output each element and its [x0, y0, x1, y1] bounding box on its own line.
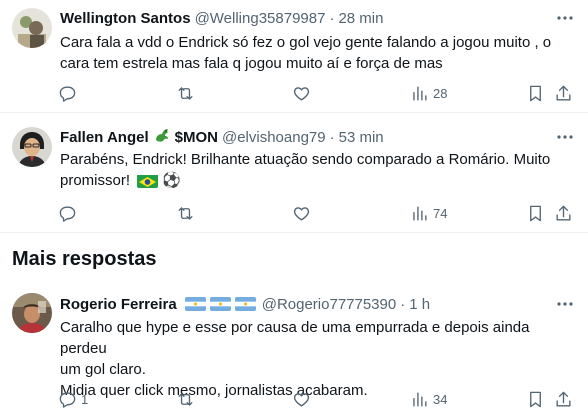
reply-icon [59, 391, 76, 408]
like-button[interactable] [292, 201, 315, 225]
views-count: 28 [433, 85, 448, 101]
action-bar: 28 [54, 81, 576, 105]
name-suffix[interactable]: $MON [175, 129, 218, 146]
section-heading: Mais respostas [12, 248, 157, 270]
bookmark-icon [530, 85, 541, 101]
separator-dot: · [329, 9, 335, 27]
display-name[interactable]: Rogerio Ferreira [60, 296, 177, 313]
separator-dot: · [329, 128, 335, 146]
more-icon[interactable] [554, 295, 576, 313]
views-icon [413, 391, 427, 407]
argentina-flag-icon [234, 297, 256, 311]
timestamp[interactable]: 1 h [409, 296, 430, 313]
tweet-text-line: cara tem estrela mas fala q jogou muito … [60, 55, 443, 72]
reply-tweet[interactable]: Fallen Angel $MON @elvishoang79 · 53 min… [0, 113, 588, 233]
reply-tweet[interactable]: Rogerio Ferreira @Rogerio77775390 · 1 h … [0, 283, 588, 419]
retweet-icon [178, 392, 193, 406]
display-name[interactable]: Fallen Angel [60, 129, 149, 146]
bookmark-button[interactable] [526, 81, 545, 105]
tweet-header: Rogerio Ferreira @Rogerio77775390 · 1 h [60, 294, 544, 314]
user-handle[interactable]: @Welling35879987 [195, 10, 326, 27]
tweet-text-line: Parabéns, Endrick! Brilhante atuação sen… [60, 151, 551, 168]
bookmark-icon [530, 391, 541, 407]
reply-icon [59, 205, 76, 222]
tweet-text-line: um gol claro. [60, 361, 146, 378]
views-icon [413, 205, 427, 221]
tweet-header: Fallen Angel $MON @elvishoang79 · 53 min [60, 127, 544, 147]
avatar[interactable] [12, 8, 52, 48]
reply-button[interactable] [58, 81, 81, 105]
share-icon [556, 391, 571, 407]
brazil-flag-icon [137, 174, 159, 189]
user-handle[interactable]: @elvishoang79 [222, 129, 326, 146]
like-icon [293, 86, 310, 101]
dragon-emoji-icon [153, 126, 171, 148]
reply-button[interactable]: 1 [58, 387, 88, 411]
avatar[interactable] [12, 127, 52, 167]
retweet-button[interactable] [176, 81, 199, 105]
share-icon [556, 85, 571, 101]
bookmark-icon [530, 205, 541, 221]
views-icon [413, 85, 427, 101]
views-button[interactable]: 34 [410, 387, 447, 411]
share-icon [556, 205, 571, 221]
timestamp[interactable]: 53 min [339, 129, 384, 146]
like-button[interactable] [292, 387, 315, 411]
timestamp[interactable]: 28 min [338, 10, 383, 27]
avatar[interactable] [12, 293, 52, 333]
tweet-text-line: Caralho que hype e esse por causa de uma… [60, 319, 530, 357]
soccer-ball-emoji: ⚽ [162, 172, 182, 189]
tweet-text: Cara fala a vdd o Endrick só fez o gol v… [60, 32, 568, 74]
tweet-text: Parabéns, Endrick! Brilhante atuação sen… [60, 149, 568, 191]
argentina-flag-icon [209, 297, 231, 311]
share-button[interactable] [554, 201, 573, 225]
views-count: 34 [433, 391, 448, 407]
views-button[interactable]: 28 [410, 81, 447, 105]
reply-icon [59, 85, 76, 102]
tweet-text-fragment: promissor! [60, 172, 131, 189]
views-count: 74 [433, 205, 448, 221]
tweet-text-line: promissor! ⚽ [60, 170, 568, 191]
reply-button[interactable] [58, 201, 81, 225]
action-bar: 74 [54, 201, 576, 225]
retweet-button[interactable] [176, 201, 199, 225]
more-icon[interactable] [554, 9, 576, 27]
like-icon [293, 392, 310, 407]
reply-tweet[interactable]: Wellington Santos @Welling35879987 · 28 … [0, 0, 588, 113]
share-button[interactable] [554, 387, 573, 411]
tweet-header: Wellington Santos @Welling35879987 · 28 … [60, 8, 544, 28]
retweet-button[interactable] [176, 387, 199, 411]
retweet-icon [178, 206, 193, 220]
user-handle[interactable]: @Rogerio77775390 [262, 296, 397, 313]
display-name[interactable]: Wellington Santos [60, 10, 191, 27]
reply-count: 1 [81, 391, 89, 407]
tweet-text-line: Cara fala a vdd o Endrick só fez o gol v… [60, 34, 552, 51]
bookmark-button[interactable] [526, 201, 545, 225]
retweet-icon [178, 86, 193, 100]
views-button[interactable]: 74 [410, 201, 447, 225]
like-button[interactable] [292, 81, 315, 105]
argentina-flag-icon [184, 297, 206, 311]
action-bar: 1 34 [54, 387, 576, 411]
separator-dot: · [400, 295, 406, 313]
bookmark-button[interactable] [526, 387, 545, 411]
share-button[interactable] [554, 81, 573, 105]
more-icon[interactable] [554, 128, 576, 146]
like-icon [293, 206, 310, 221]
